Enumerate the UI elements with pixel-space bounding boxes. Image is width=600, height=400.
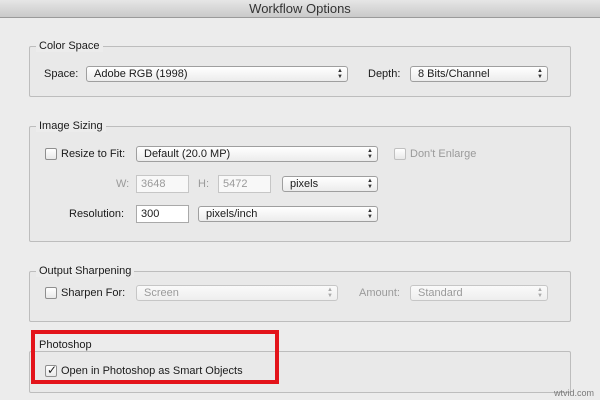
dont-enlarge-checkbox[interactable]: [394, 148, 406, 160]
watermark: wtvid.com: [553, 388, 594, 398]
resize-to-fit-select[interactable]: Default (20.0 MP) ▲ ▼: [136, 146, 378, 162]
resize-to-fit-checkbox[interactable]: [45, 148, 57, 160]
resolution-units-select[interactable]: pixels/inch ▲ ▼: [198, 206, 378, 222]
resize-to-fit-label: Resize to Fit:: [61, 148, 126, 160]
space-select-value: Adobe RGB (1998): [94, 68, 188, 80]
sharpen-for-label: Sharpen For:: [61, 287, 126, 299]
chevron-updown-icon: ▲ ▼: [367, 178, 373, 190]
size-units-value: pixels: [290, 178, 319, 190]
image-sizing-legend: Image Sizing: [36, 120, 106, 132]
amount-select[interactable]: Standard ▲ ▼: [410, 285, 548, 301]
title-bar: Workflow Options: [0, 0, 600, 18]
depth-select[interactable]: 8 Bits/Channel ▲ ▼: [410, 66, 548, 82]
height-field[interactable]: 5472: [218, 175, 271, 193]
amount-value: Standard: [418, 287, 463, 299]
chevron-updown-icon: ▲ ▼: [537, 68, 543, 80]
space-label: Space:: [44, 68, 79, 80]
chevron-updown-icon: ▲ ▼: [367, 148, 373, 160]
sharpen-for-checkbox[interactable]: [45, 287, 57, 299]
chevron-updown-icon: ▲ ▼: [327, 287, 333, 299]
window-title: Workflow Options: [249, 1, 351, 16]
height-label: H:: [198, 178, 209, 190]
chevron-updown-icon: ▲ ▼: [337, 68, 343, 80]
size-units-select[interactable]: pixels ▲ ▼: [282, 176, 378, 192]
depth-select-value: 8 Bits/Channel: [418, 68, 490, 80]
resolution-label: Resolution:: [69, 208, 125, 220]
resize-to-fit-value: Default (20.0 MP): [144, 148, 231, 160]
highlight-box: [31, 330, 279, 384]
depth-label: Depth:: [368, 68, 401, 80]
color-space-legend: Color Space: [36, 40, 103, 52]
output-sharpening-legend: Output Sharpening: [36, 265, 135, 277]
sharpen-for-select[interactable]: Screen ▲ ▼: [136, 285, 338, 301]
chevron-updown-icon: ▲ ▼: [367, 208, 373, 220]
sharpen-for-value: Screen: [144, 287, 179, 299]
dont-enlarge-label: Don't Enlarge: [410, 148, 477, 160]
resolution-field[interactable]: 300: [136, 205, 189, 223]
amount-label: Amount:: [359, 287, 400, 299]
space-select[interactable]: Adobe RGB (1998) ▲ ▼: [86, 66, 348, 82]
width-field[interactable]: 3648: [136, 175, 189, 193]
width-label: W:: [116, 178, 130, 190]
resolution-units-value: pixels/inch: [206, 208, 258, 220]
chevron-updown-icon: ▲ ▼: [537, 287, 543, 299]
